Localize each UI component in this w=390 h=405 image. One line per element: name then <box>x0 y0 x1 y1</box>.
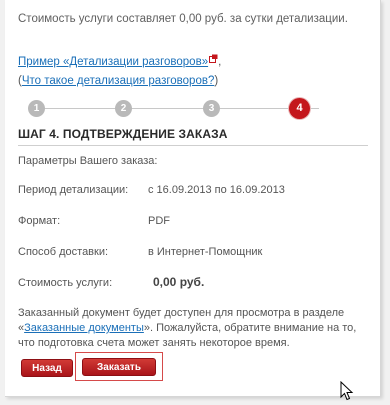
step-4-active: 4 <box>289 98 310 119</box>
mouse-cursor-icon <box>340 381 354 401</box>
cost-note: Стоимость услуги составляет 0,00 руб. за… <box>18 13 348 25</box>
step-2: 2 <box>115 100 132 117</box>
cost-value: 0,00 руб. <box>153 275 205 289</box>
step-3: 3 <box>203 100 220 117</box>
step-1: 1 <box>28 100 45 117</box>
step-line <box>37 108 319 109</box>
example-link-row: Пример «Детализации разговоров», <box>18 54 221 68</box>
order-panel: Стоимость услуги составляет 0,00 руб. за… <box>5 0 381 397</box>
delivery-label: Способ доставки: <box>18 246 109 258</box>
whatis-link-row: (Что такое детализация разговоров?) <box>18 75 218 87</box>
period-value: с 16.09.2013 по 16.09.2013 <box>148 184 285 196</box>
format-label: Формат: <box>18 215 61 227</box>
example-detail-link[interactable]: Пример «Детализации разговоров» <box>18 56 208 68</box>
whatis-close-paren: ) <box>214 75 219 87</box>
order-button[interactable]: Заказать <box>82 358 156 376</box>
step-title: ШАГ 4. ПОДТВЕРЖДЕНИЕ ЗАКАЗА <box>18 127 228 141</box>
cost-label: Стоимость услуги: <box>18 277 113 289</box>
whatis-detail-link[interactable]: Что такое детализация разговоров? <box>22 75 215 87</box>
step-progress: 1 2 3 4 <box>28 98 328 120</box>
availability-notice: Заказанный документ будет доступен для п… <box>18 306 368 351</box>
ordered-documents-link[interactable]: Заказанные документы <box>24 322 144 334</box>
external-link-icon[interactable] <box>209 54 218 63</box>
back-button[interactable]: Назад <box>21 359 73 377</box>
example-suffix: , <box>218 56 222 68</box>
title-divider <box>18 145 368 146</box>
params-heading: Параметры Вашего заказа: <box>18 155 158 167</box>
format-value: PDF <box>148 215 170 227</box>
order-button-highlight: Заказать <box>75 352 163 381</box>
period-label: Период детализации: <box>18 184 129 196</box>
delivery-value: в Интернет-Помощник <box>148 246 263 258</box>
